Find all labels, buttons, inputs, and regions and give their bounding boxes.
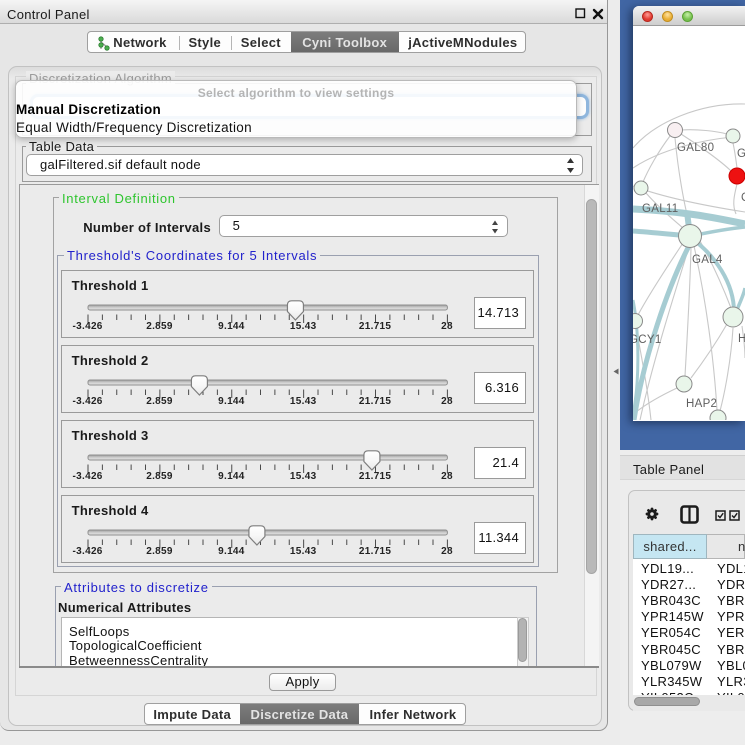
svg-text:HAP2: HAP2 <box>686 398 717 410</box>
svg-text:C: C <box>741 192 745 204</box>
svg-text:GAL4: GAL4 <box>692 254 723 266</box>
svg-text:GA: GA <box>737 148 745 160</box>
svg-text:H: H <box>738 333 745 345</box>
svg-text:GAL80: GAL80 <box>677 142 714 154</box>
svg-text:GCY1: GCY1 <box>633 334 662 346</box>
svg-text:GAL11: GAL11 <box>642 203 678 215</box>
